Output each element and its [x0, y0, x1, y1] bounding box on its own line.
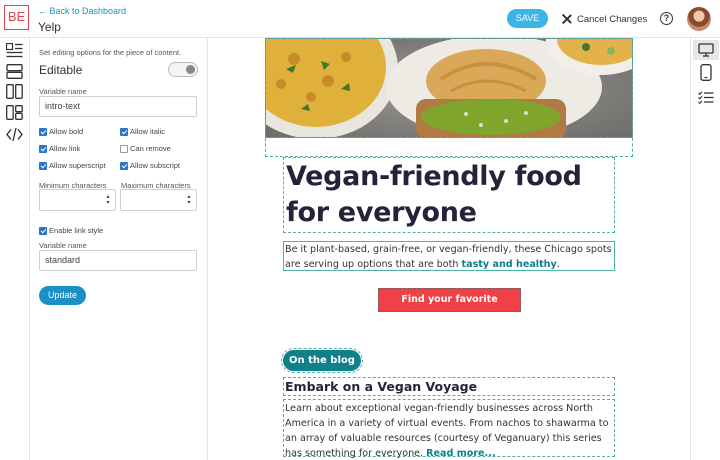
checkbox-box	[120, 161, 128, 170]
variable-name-label: Variable name	[39, 87, 87, 96]
toggle-knob	[186, 65, 195, 74]
help-icon[interactable]: ?	[660, 12, 673, 25]
hero-image[interactable]	[265, 38, 633, 138]
link-variable-name-label: Variable name	[39, 241, 87, 250]
save-button[interactable]: SAVE	[507, 9, 548, 28]
settings-panel: Set editing options for the piece of con…	[30, 38, 208, 460]
allow-bold-checkbox[interactable]: Allow bold	[39, 127, 83, 136]
desktop-icon	[698, 43, 714, 57]
intro-text-end: .	[556, 258, 560, 270]
checkbox-label: Allow link	[49, 144, 81, 153]
link-variable-name-input[interactable]: standard	[39, 250, 197, 271]
top-bar: BE ← Back to Dashboard Yelp SAVE Cancel …	[0, 0, 720, 38]
intro-link[interactable]: tasty and healthy	[462, 259, 557, 270]
grid-layout-icon[interactable]	[6, 105, 23, 120]
blog-body: Learn about exceptional vegan-friendly b…	[285, 401, 613, 460]
page-title: Yelp	[38, 20, 61, 34]
variable-name-input[interactable]: intro-text	[39, 96, 197, 117]
update-button[interactable]: Update	[39, 286, 86, 305]
mobile-icon[interactable]	[700, 64, 712, 81]
checkbox-label: Allow italic	[130, 127, 166, 136]
intro-text: Be it plant-based, grain-free, or vegan-…	[285, 243, 613, 272]
desktop-view-button[interactable]	[693, 40, 719, 60]
headline-block[interactable]: Vegan-friendly food for everyone	[283, 157, 615, 233]
checkbox-label: Enable link style	[49, 226, 104, 235]
headline: Vegan-friendly food for everyone	[286, 161, 582, 228]
checkbox-box	[39, 226, 47, 235]
checkbox-box	[39, 127, 47, 136]
allow-subscript-checkbox[interactable]: Allow subscript	[120, 161, 180, 170]
min-chars-input[interactable]: ▴ ▾	[39, 189, 116, 211]
max-chars-input[interactable]: ▴ ▾	[120, 189, 197, 211]
enable-link-style-checkbox[interactable]: Enable link style	[39, 226, 103, 235]
brand-logo[interactable]: BE	[4, 5, 29, 30]
intro-text-block[interactable]: Be it plant-based, grain-free, or vegan-…	[283, 241, 615, 271]
code-icon[interactable]	[6, 127, 23, 142]
rows-layout-icon[interactable]	[6, 64, 23, 79]
checkbox-label: Allow subscript	[130, 161, 181, 170]
editable-toggle[interactable]	[168, 62, 198, 77]
allow-superscript-checkbox[interactable]: Allow superscript	[39, 161, 106, 170]
allow-link-checkbox[interactable]: Allow link	[39, 144, 80, 153]
intro-text-body: Be it plant-based, grain-free, or vegan-…	[285, 244, 612, 270]
blog-title: Embark on a Vegan Voyage	[285, 379, 478, 394]
cancel-changes-label: Cancel Changes	[577, 13, 648, 25]
find-your-favorite-button[interactable]: Find your favorite	[378, 288, 521, 312]
blog-body-block[interactable]: Learn about exceptional vegan-friendly b…	[283, 399, 615, 460]
hero-spacer	[265, 138, 633, 157]
on-the-blog-badge[interactable]: On the blog	[281, 348, 363, 373]
left-icon-rail	[0, 38, 30, 460]
back-to-dashboard-link[interactable]: ← Back to Dashboard	[38, 6, 126, 16]
blog-title-block[interactable]: Embark on a Vegan Voyage	[283, 377, 615, 396]
checkbox-box	[39, 161, 47, 170]
checkbox-box	[39, 144, 47, 153]
right-icon-rail	[690, 38, 720, 460]
food-photo-illustration	[266, 39, 632, 137]
avatar[interactable]	[687, 7, 711, 31]
columns-layout-icon[interactable]	[6, 84, 23, 99]
checkbox-label: Allow superscript	[49, 161, 106, 170]
close-icon	[561, 13, 573, 25]
checklist-icon[interactable]	[698, 91, 714, 104]
checkbox-label: Can remove	[130, 144, 171, 153]
checkbox-box	[120, 144, 128, 153]
editable-label: Editable	[39, 63, 83, 77]
can-remove-checkbox[interactable]: Can remove	[120, 144, 171, 153]
spinner-icon[interactable]: ▴ ▾	[186, 194, 192, 206]
checkbox-box	[120, 127, 128, 136]
panel-description: Set editing options for the piece of con…	[39, 48, 182, 57]
cancel-changes-button[interactable]: Cancel Changes	[561, 11, 647, 27]
allow-italic-checkbox[interactable]: Allow italic	[120, 127, 165, 136]
content-list-icon[interactable]	[6, 43, 23, 58]
read-more-link[interactable]: Read more...	[426, 448, 495, 459]
checkbox-label: Allow bold	[49, 127, 84, 136]
spinner-icon[interactable]: ▴ ▾	[105, 194, 111, 206]
preview-canvas: Vegan-friendly food for everyone Be it p…	[208, 38, 690, 460]
